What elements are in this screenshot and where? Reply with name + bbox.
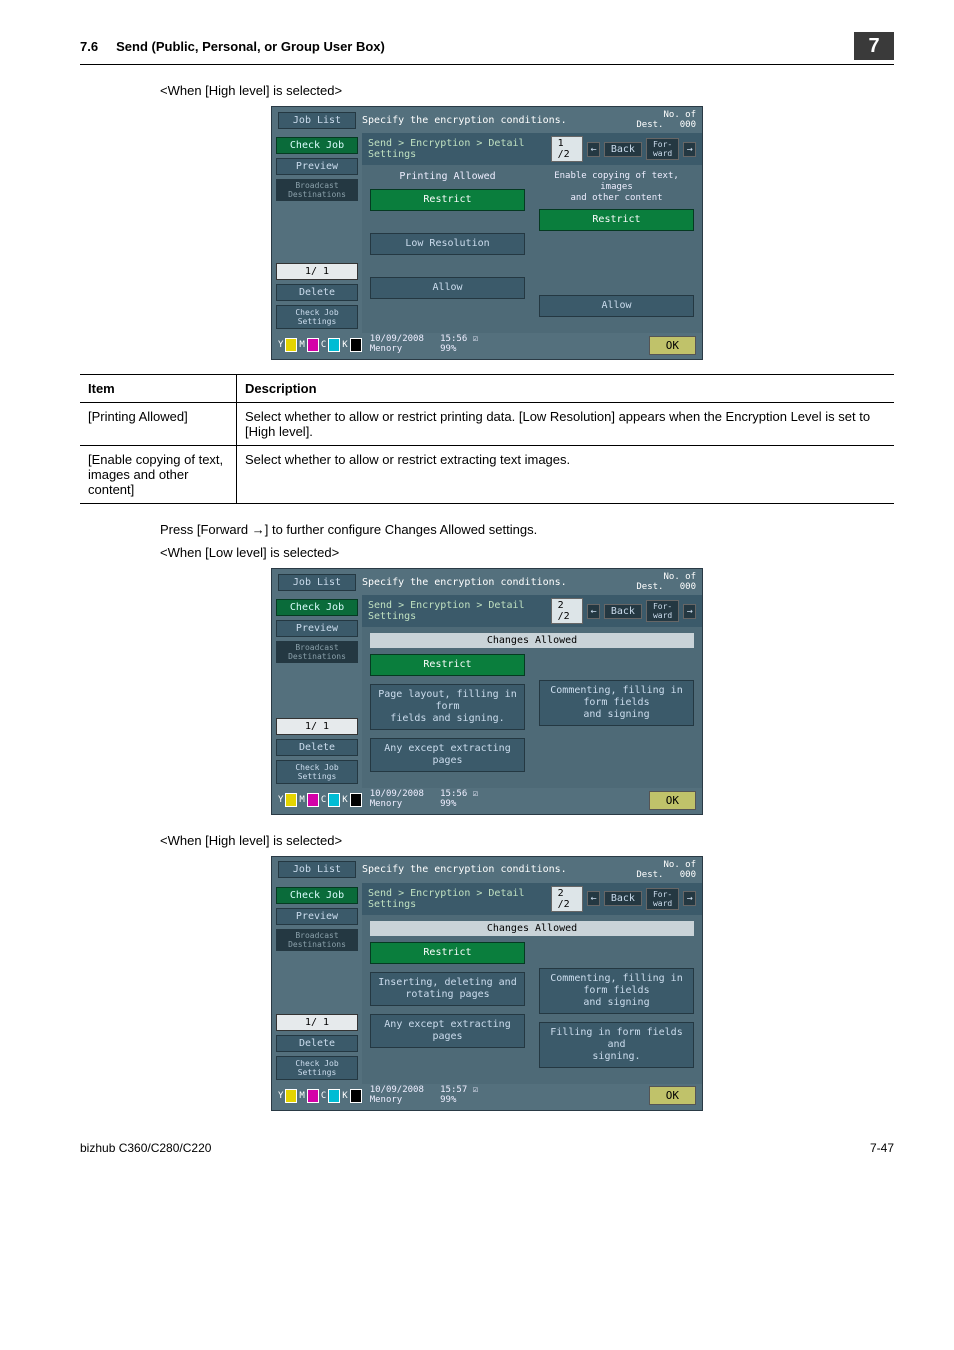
option-filling[interactable]: Filling in form fields and signing. [539, 1022, 694, 1068]
toner-levels: Y M C K [278, 338, 362, 352]
status-text: 10/09/2008 15:56 ☑ Menory 99% [370, 335, 649, 355]
col-head-copying: Enable copying of text, images and other… [539, 171, 694, 203]
page-chip: 1 /2 [551, 136, 584, 162]
delete-button[interactable]: Delete [276, 284, 358, 301]
restrict-button[interactable]: Restrict [370, 942, 525, 964]
back-button[interactable]: Back [604, 142, 642, 157]
broadcast-label: Broadcast Destinations [276, 179, 358, 201]
col-desc: Description [237, 375, 895, 403]
instruction-text: Specify the encryption conditions. [362, 115, 630, 126]
breadcrumb: Send > Encryption > Detail Settings [368, 138, 551, 160]
status-text: 10/09/2008 15:57 ☑ Menory 99% [370, 1086, 649, 1106]
footer-model: bizhub C360/C280/C220 [80, 1141, 211, 1155]
changes-allowed-strip: Changes Allowed [370, 921, 694, 936]
page-chip: 2 /2 [551, 598, 584, 624]
side-page-indicator: 1/ 1 [276, 1014, 358, 1031]
forward-arrow-icon[interactable]: → [683, 142, 696, 157]
option-commenting[interactable]: Commenting, filling in form fields and s… [539, 680, 694, 726]
table-row: [Enable copying of text, images and othe… [80, 446, 894, 504]
preview-button[interactable]: Preview [276, 158, 358, 175]
low-resolution-button[interactable]: Low Resolution [370, 233, 525, 255]
restrict-button[interactable]: Restrict [370, 654, 525, 676]
delete-button[interactable]: Delete [276, 1035, 358, 1052]
ok-button[interactable]: OK [649, 1086, 696, 1105]
section-title: Send (Public, Personal, or Group User Bo… [116, 39, 385, 54]
col-head-printing: Printing Allowed [370, 171, 525, 183]
forward-arrow-icon[interactable]: → [683, 604, 696, 619]
restrict-button[interactable]: Restrict [370, 189, 525, 211]
preview-button[interactable]: Preview [276, 908, 358, 925]
table-row: [Printing Allowed] Select whether to all… [80, 403, 894, 446]
check-job-settings-button[interactable]: Check Job Settings [276, 305, 358, 329]
dest-count: No. of Dest. 000 [636, 110, 696, 130]
job-list-button[interactable]: Job List [278, 574, 356, 591]
side-page-indicator: 1/ 1 [276, 263, 358, 280]
check-job-button[interactable]: Check Job [276, 137, 358, 154]
forward-button[interactable]: For- ward [646, 888, 679, 910]
footer-page: 7-47 [870, 1141, 894, 1155]
description-table: Item Description [Printing Allowed] Sele… [80, 374, 894, 504]
chapter-badge: 7 [854, 32, 894, 60]
back-arrow-icon[interactable]: ← [587, 142, 600, 157]
broadcast-label: Broadcast Destinations [276, 929, 358, 951]
delete-button[interactable]: Delete [276, 739, 358, 756]
back-button[interactable]: Back [604, 891, 642, 906]
check-job-button[interactable]: Check Job [276, 599, 358, 616]
caption-forward: Press [Forward →] to further configure C… [160, 522, 894, 537]
ok-button[interactable]: OK [649, 791, 696, 810]
forward-arrow-icon[interactable]: → [683, 891, 696, 906]
back-arrow-icon[interactable]: ← [587, 604, 600, 619]
device-screenshot-3: Job List Specify the encryption conditio… [271, 856, 703, 1111]
job-list-button[interactable]: Job List [278, 861, 356, 878]
col-item: Item [80, 375, 237, 403]
forward-button[interactable]: For- ward [646, 138, 679, 160]
instruction-text: Specify the encryption conditions. [362, 577, 630, 588]
breadcrumb: Send > Encryption > Detail Settings [368, 600, 551, 622]
option-commenting[interactable]: Commenting, filling in form fields and s… [539, 968, 694, 1014]
breadcrumb: Send > Encryption > Detail Settings [368, 888, 551, 910]
option-insert-delete[interactable]: Inserting, deleting and rotating pages [370, 972, 525, 1006]
instruction-text: Specify the encryption conditions. [362, 864, 630, 875]
allow-button[interactable]: Allow [370, 277, 525, 299]
back-button[interactable]: Back [604, 604, 642, 619]
page-chip: 2 /2 [551, 886, 584, 912]
preview-button[interactable]: Preview [276, 620, 358, 637]
section-header: 7.6 Send (Public, Personal, or Group Use… [80, 39, 385, 54]
option-page-layout[interactable]: Page layout, filling in form fields and … [370, 684, 525, 730]
caption-high-1: <When [High level] is selected> [160, 83, 894, 98]
device-screenshot-1: Job List Specify the encryption conditio… [271, 106, 703, 360]
back-arrow-icon[interactable]: ← [587, 891, 600, 906]
forward-button[interactable]: For- ward [646, 600, 679, 622]
toner-levels: Y M C K [278, 1089, 362, 1103]
toner-levels: Y M C K [278, 793, 362, 807]
ok-button[interactable]: OK [649, 336, 696, 355]
restrict-button-2[interactable]: Restrict [539, 209, 694, 231]
allow-button-2[interactable]: Allow [539, 295, 694, 317]
dest-count: No. of Dest. 000 [636, 860, 696, 880]
status-text: 10/09/2008 15:56 ☑ Menory 99% [370, 790, 649, 810]
side-page-indicator: 1/ 1 [276, 718, 358, 735]
check-job-button[interactable]: Check Job [276, 887, 358, 904]
option-any-except[interactable]: Any except extracting pages [370, 1014, 525, 1048]
option-any-except[interactable]: Any except extracting pages [370, 738, 525, 772]
job-list-button[interactable]: Job List [278, 112, 356, 129]
section-number: 7.6 [80, 39, 98, 54]
broadcast-label: Broadcast Destinations [276, 641, 358, 663]
dest-count: No. of Dest. 000 [636, 572, 696, 592]
changes-allowed-strip: Changes Allowed [370, 633, 694, 648]
device-screenshot-2: Job List Specify the encryption conditio… [271, 568, 703, 815]
caption-low: <When [Low level] is selected> [160, 545, 894, 560]
check-job-settings-button[interactable]: Check Job Settings [276, 1056, 358, 1080]
caption-high-2: <When [High level] is selected> [160, 833, 894, 848]
check-job-settings-button[interactable]: Check Job Settings [276, 760, 358, 784]
